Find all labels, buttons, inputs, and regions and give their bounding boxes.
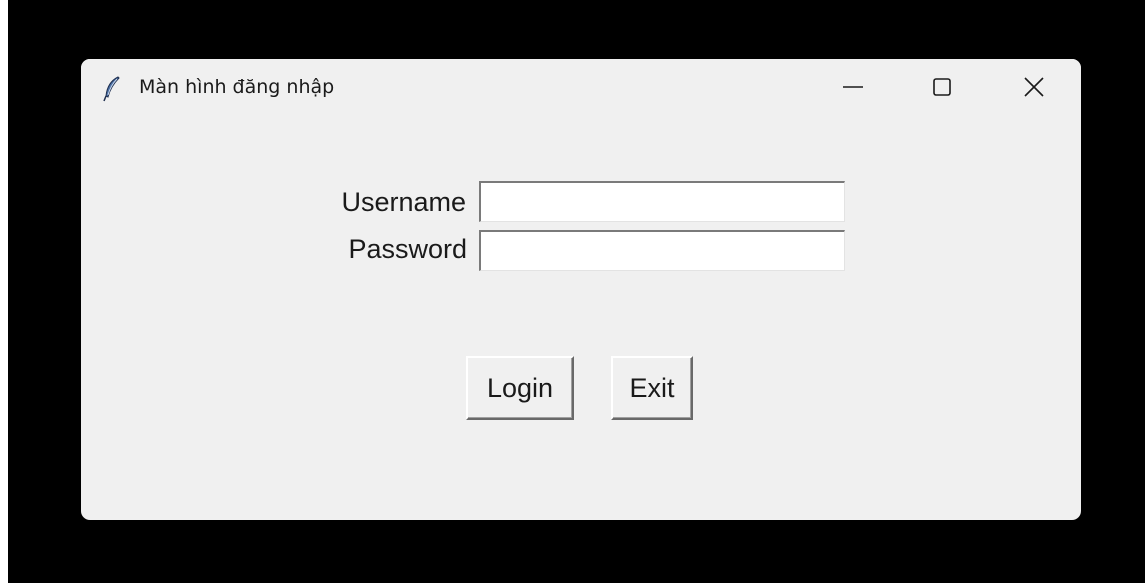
close-button[interactable] [999,59,1069,119]
feather-icon [103,76,121,102]
password-field[interactable] [479,230,845,271]
exit-button[interactable]: Exit [611,356,693,420]
maximize-icon [931,76,953,103]
username-label: Username [341,187,466,217]
password-label: Password [348,234,467,264]
login-button[interactable]: Login [466,356,574,420]
username-field[interactable] [479,181,845,222]
close-icon [1023,76,1045,103]
desktop-edge [0,0,8,583]
title-bar[interactable]: Màn hình đăng nhập [81,59,1081,121]
login-window: Màn hình đăng nhập Username Password Log… [81,59,1081,520]
maximize-button[interactable] [907,59,977,119]
minimize-icon [842,76,864,103]
minimize-button[interactable] [818,59,888,119]
window-title: Màn hình đăng nhập [139,76,335,98]
